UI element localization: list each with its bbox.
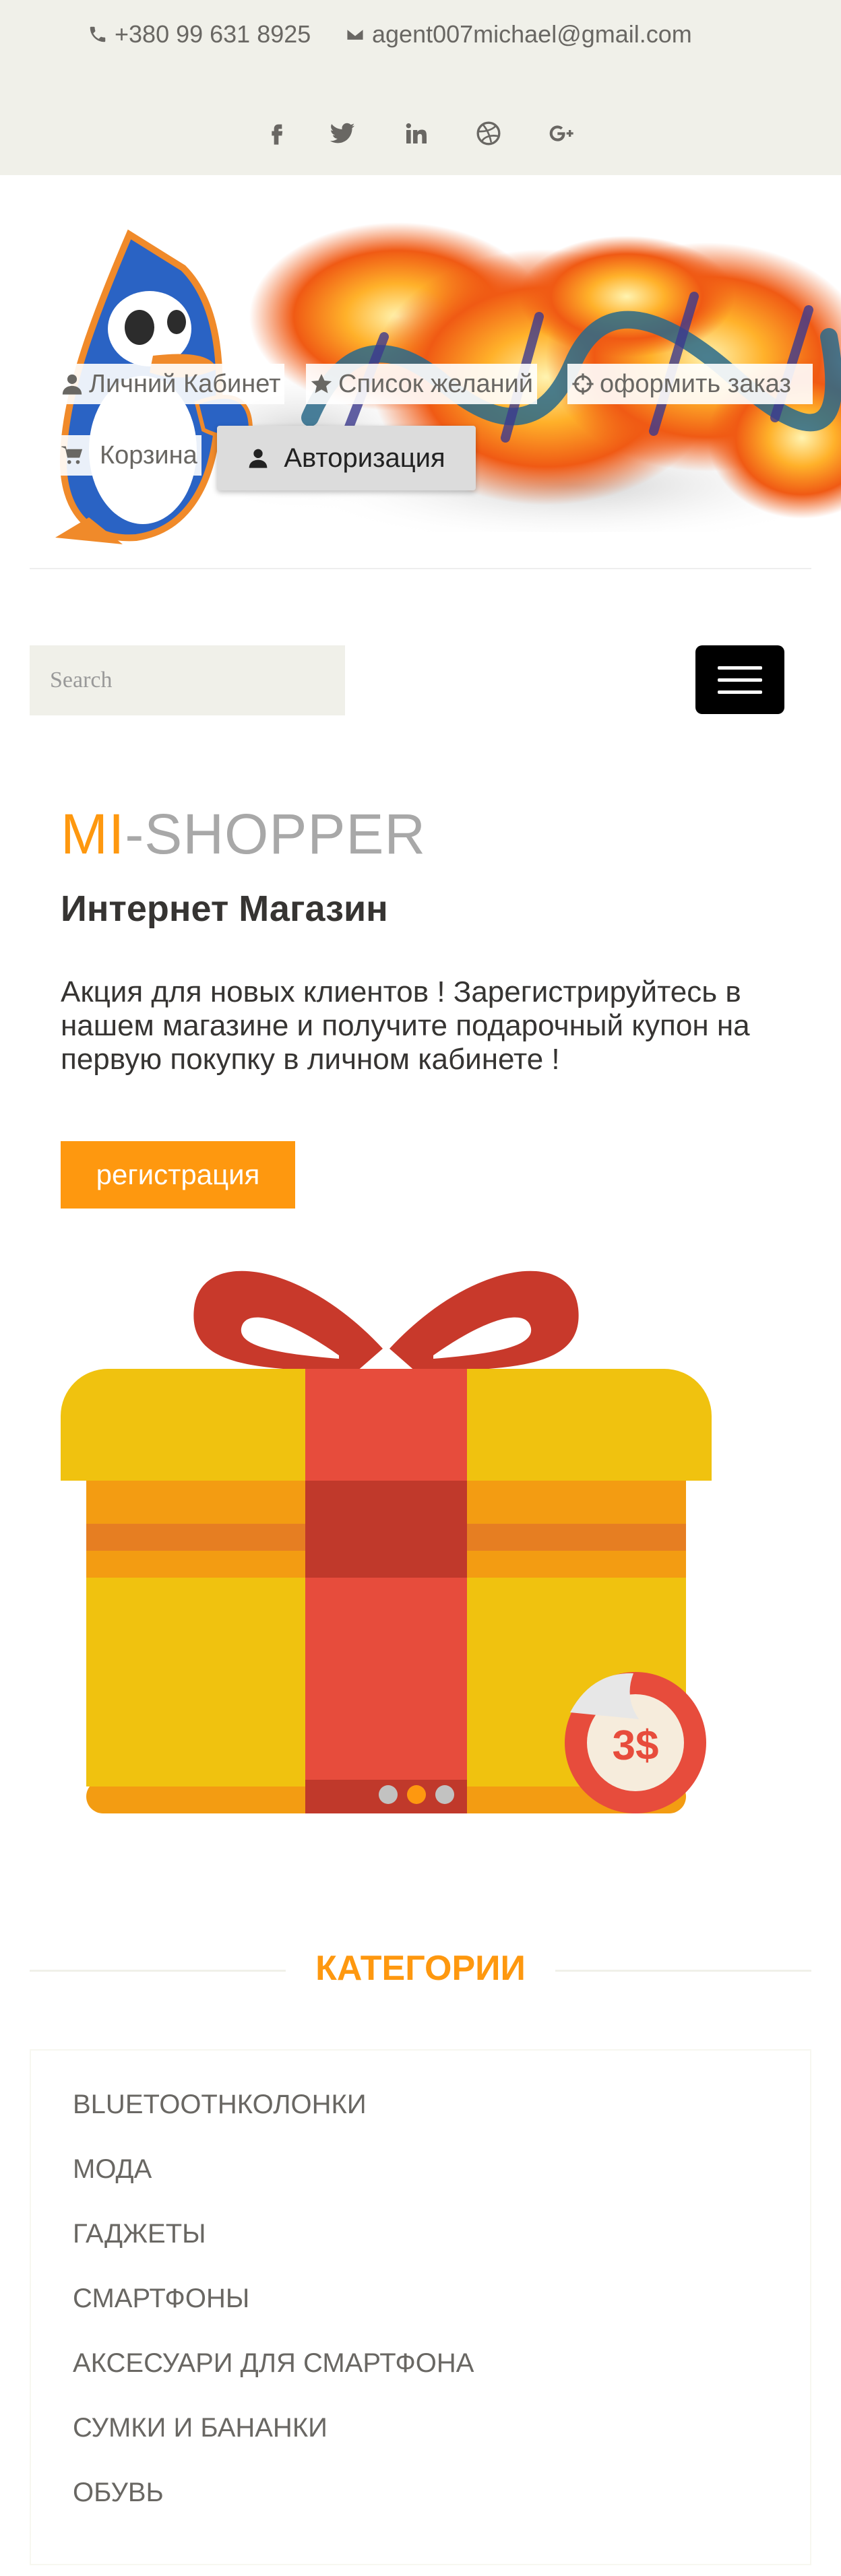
facebook-link[interactable] — [256, 113, 297, 154]
slide-description: Акция для новых клиентов ! Зарегистрируй… — [61, 975, 750, 1076]
email-address: agent007michael@gmail.com — [372, 20, 692, 48]
badge-price: 3$ — [613, 1722, 659, 1769]
account-link[interactable]: Личний Кабинет — [57, 364, 285, 404]
user-icon — [249, 449, 268, 468]
facebook-icon — [272, 124, 283, 145]
phone-number: +380 99 631 8925 — [115, 20, 311, 48]
search-box — [30, 645, 345, 716]
categories-title: КАТЕГОРИИ — [302, 1948, 539, 1989]
slider-dot[interactable] — [407, 1785, 426, 1804]
crosshair-icon — [572, 373, 594, 395]
login-button[interactable]: Авторизация — [217, 426, 476, 490]
header-divider — [30, 568, 811, 569]
star-icon — [311, 374, 332, 393]
menu-toggle-button[interactable] — [695, 645, 784, 714]
dribbble-icon — [476, 121, 501, 146]
hamburger-icon-bar — [718, 690, 762, 694]
email-contact[interactable]: agent007michael@gmail.com — [345, 20, 692, 49]
hamburger-icon-bar — [718, 666, 762, 670]
login-button-label: Авторизация — [284, 443, 445, 473]
twitter-icon — [330, 123, 355, 143]
hamburger-icon-bar — [718, 678, 762, 682]
wishlist-link-label: Список желаний — [338, 369, 534, 398]
slide-subtitle: Интернет Магазин — [61, 889, 388, 929]
brand-accent: MI — [61, 802, 125, 866]
envelope-icon — [346, 28, 365, 41]
categories-heading: КАТЕГОРИИ — [0, 1948, 841, 1989]
phone-icon — [90, 26, 106, 42]
google-plus-icon — [549, 125, 573, 141]
cart-link-label: Корзина — [100, 441, 197, 470]
category-item[interactable]: МОДА — [73, 2156, 474, 2220]
category-item[interactable]: ОБУВЬ — [73, 2479, 474, 2544]
twitter-link[interactable] — [322, 113, 363, 154]
header-top-bar: +380 99 631 8925 agent007michael@gmail.c… — [0, 0, 841, 175]
cart-link[interactable]: Корзина — [57, 435, 201, 476]
slider-brand: MI-SHOPPER — [61, 802, 426, 867]
brand-rest: -SHOPPER — [125, 802, 427, 866]
linkedin-icon — [406, 123, 427, 143]
heading-rule-left — [30, 1970, 286, 1972]
slider-dot[interactable] — [379, 1785, 398, 1804]
user-icon — [62, 374, 82, 395]
gift-box-image: 3$ — [61, 1270, 712, 1813]
dribbble-link[interactable] — [468, 113, 509, 154]
category-item[interactable]: ГАДЖЕТЫ — [73, 2220, 474, 2285]
category-panel: BLUETOOTНКОЛОНКИ МОДА ГАДЖЕТЫ СМАРТФОНЫ АКСЕ… — [30, 2049, 811, 2565]
heading-rule-right — [555, 1970, 811, 1972]
slider-indicators — [379, 1785, 454, 1804]
category-item[interactable]: СМАРТФОНЫ — [73, 2285, 474, 2350]
category-list: BLUETOOTНКОЛОНКИ МОДА ГАДЖЕТЫ СМАРТФОНЫ АКСЕ… — [73, 2091, 474, 2544]
category-item[interactable]: СУМКИ И БАНАНКИ — [73, 2414, 474, 2479]
register-button[interactable]: регистрация — [61, 1141, 295, 1209]
account-link-label: Личний Кабинет — [89, 369, 281, 398]
header-middle: Личний Кабинет Список желаний оформить з… — [0, 175, 841, 573]
slider-dot[interactable] — [435, 1785, 454, 1804]
search-input[interactable] — [30, 645, 336, 716]
category-item[interactable]: АКСЕСУАРИ ДЛЯ СМАРТФОНА — [73, 2350, 474, 2414]
shopping-cart-icon — [61, 446, 83, 464]
linkedin-link[interactable] — [396, 113, 437, 154]
phone-contact[interactable]: +380 99 631 8925 — [88, 20, 311, 49]
category-item[interactable]: BLUETOOTНКОЛОНКИ — [73, 2091, 474, 2156]
checkout-link-label: оформить заказ — [600, 369, 791, 398]
google-plus-link[interactable] — [542, 113, 582, 154]
checkout-link[interactable]: оформить заказ — [567, 364, 813, 404]
wishlist-link[interactable]: Список желаний — [306, 364, 538, 404]
